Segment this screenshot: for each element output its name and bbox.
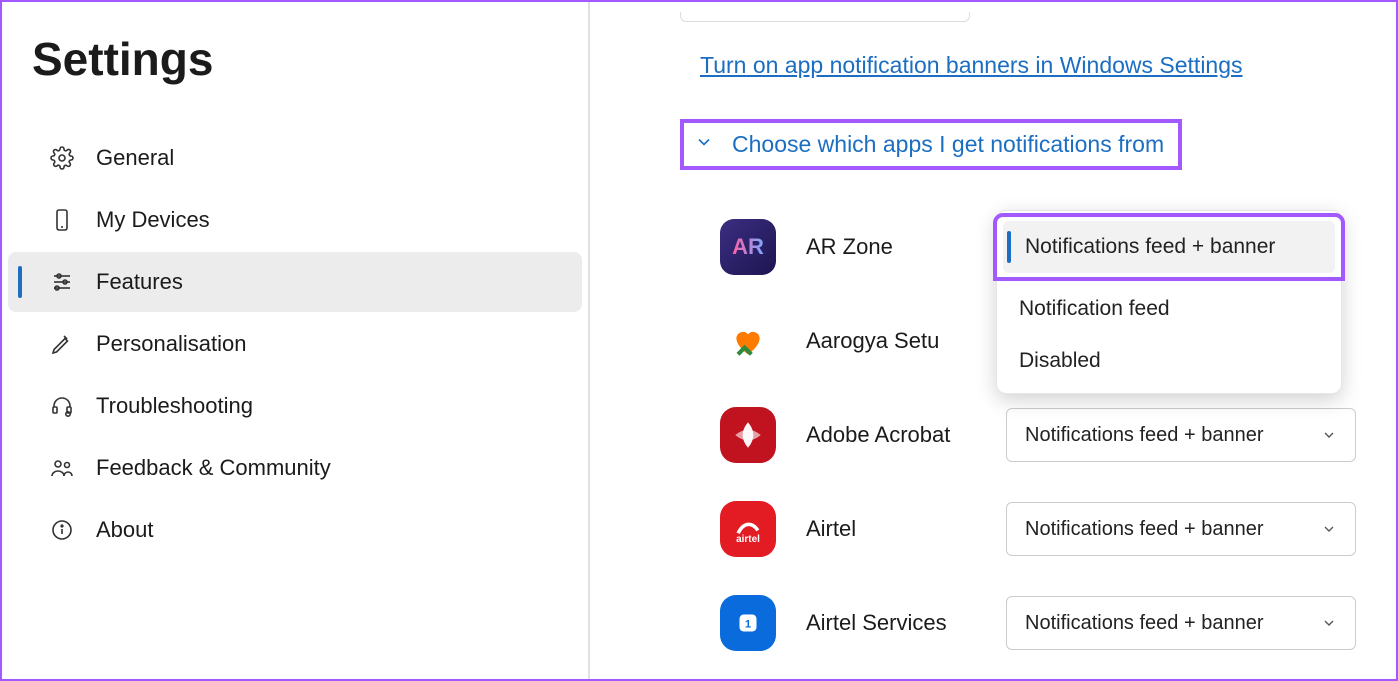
dropdown-option-label: Notification feed xyxy=(1019,297,1170,320)
notification-dropdown[interactable]: Notifications feed + banner xyxy=(1006,596,1356,650)
app-name: Aarogya Setu xyxy=(806,328,976,354)
sliders-icon xyxy=(48,268,76,296)
dropdown-selected-highlight: Notifications feed + banner xyxy=(993,213,1345,281)
dropdown-option-disabled[interactable]: Disabled xyxy=(997,335,1341,387)
collapsible-choose-apps[interactable]: Choose which apps I get notifications fr… xyxy=(680,119,1182,170)
collapsed-card-bottom xyxy=(680,12,970,22)
svg-text:1: 1 xyxy=(745,618,751,630)
nav-list: General My Devices Features Personalisat… xyxy=(2,116,588,560)
sidebar-item-general[interactable]: General xyxy=(8,128,582,188)
dropdown-option-label: Notifications feed + banner xyxy=(1025,235,1275,258)
sidebar: Settings General My Devices Features Per… xyxy=(2,2,590,679)
windows-settings-link[interactable]: Turn on app notification banners in Wind… xyxy=(700,52,1243,78)
people-icon xyxy=(48,454,76,482)
app-icon-adobe-acrobat xyxy=(720,407,776,463)
dropdown-value: Notifications feed + banner xyxy=(1025,518,1264,541)
headset-help-icon xyxy=(48,392,76,420)
app-row-adobe-acrobat: Adobe Acrobat Notifications feed + banne… xyxy=(720,388,1356,482)
sidebar-item-my-devices[interactable]: My Devices xyxy=(8,190,582,250)
dropdown-value: Notifications feed + banner xyxy=(1025,612,1264,635)
collapsible-label: Choose which apps I get notifications fr… xyxy=(732,131,1164,158)
notification-dropdown[interactable]: Notifications feed + banner xyxy=(1006,502,1356,556)
link-row: Turn on app notification banners in Wind… xyxy=(680,52,1356,79)
app-row-airtel: airtel Airtel Notifications feed + banne… xyxy=(720,482,1356,576)
sidebar-item-feedback-community[interactable]: Feedback & Community xyxy=(8,438,582,498)
sidebar-item-label: My Devices xyxy=(96,207,210,233)
app-icon-ar-zone: AR xyxy=(720,219,776,275)
notification-dropdown-menu: Notifications feed + banner Notification… xyxy=(996,210,1342,394)
chevron-down-icon xyxy=(1321,521,1337,537)
main-content: Turn on app notification banners in Wind… xyxy=(590,2,1396,679)
sidebar-item-label: Features xyxy=(96,269,183,295)
app-icon-airtel: airtel xyxy=(720,501,776,557)
sidebar-item-label: Feedback & Community xyxy=(96,455,331,481)
page-title: Settings xyxy=(2,12,588,116)
dropdown-value: Notifications feed + banner xyxy=(1025,424,1264,447)
app-icon-airtel-services: 1 xyxy=(720,595,776,651)
chevron-down-icon xyxy=(694,131,714,158)
svg-text:airtel: airtel xyxy=(736,534,760,545)
app-row-airtel-services: 1 Airtel Services Notifications feed + b… xyxy=(720,576,1356,670)
notification-dropdown[interactable]: Notifications feed + banner xyxy=(1006,408,1356,462)
info-icon xyxy=(48,516,76,544)
app-name: Airtel Services xyxy=(806,610,976,636)
sidebar-item-features[interactable]: Features xyxy=(8,252,582,312)
app-name: AR Zone xyxy=(806,234,976,260)
sidebar-item-personalisation[interactable]: Personalisation xyxy=(8,314,582,374)
app-icon-aarogya-setu xyxy=(720,313,776,369)
app-name: Airtel xyxy=(806,516,976,542)
sidebar-item-about[interactable]: About xyxy=(8,500,582,560)
chevron-down-icon xyxy=(1321,615,1337,631)
pen-icon xyxy=(48,330,76,358)
dropdown-option-feed-banner[interactable]: Notifications feed + banner xyxy=(1003,221,1335,273)
sidebar-item-label: General xyxy=(96,145,174,171)
sidebar-item-label: About xyxy=(96,517,154,543)
sidebar-item-troubleshooting[interactable]: Troubleshooting xyxy=(8,376,582,436)
dropdown-option-label: Disabled xyxy=(1019,349,1101,372)
dropdown-option-feed[interactable]: Notification feed xyxy=(997,283,1341,335)
app-name: Adobe Acrobat xyxy=(806,422,976,448)
sidebar-item-label: Troubleshooting xyxy=(96,393,253,419)
gear-icon xyxy=(48,144,76,172)
chevron-down-icon xyxy=(1321,427,1337,443)
sidebar-item-label: Personalisation xyxy=(96,331,246,357)
phone-icon xyxy=(48,206,76,234)
